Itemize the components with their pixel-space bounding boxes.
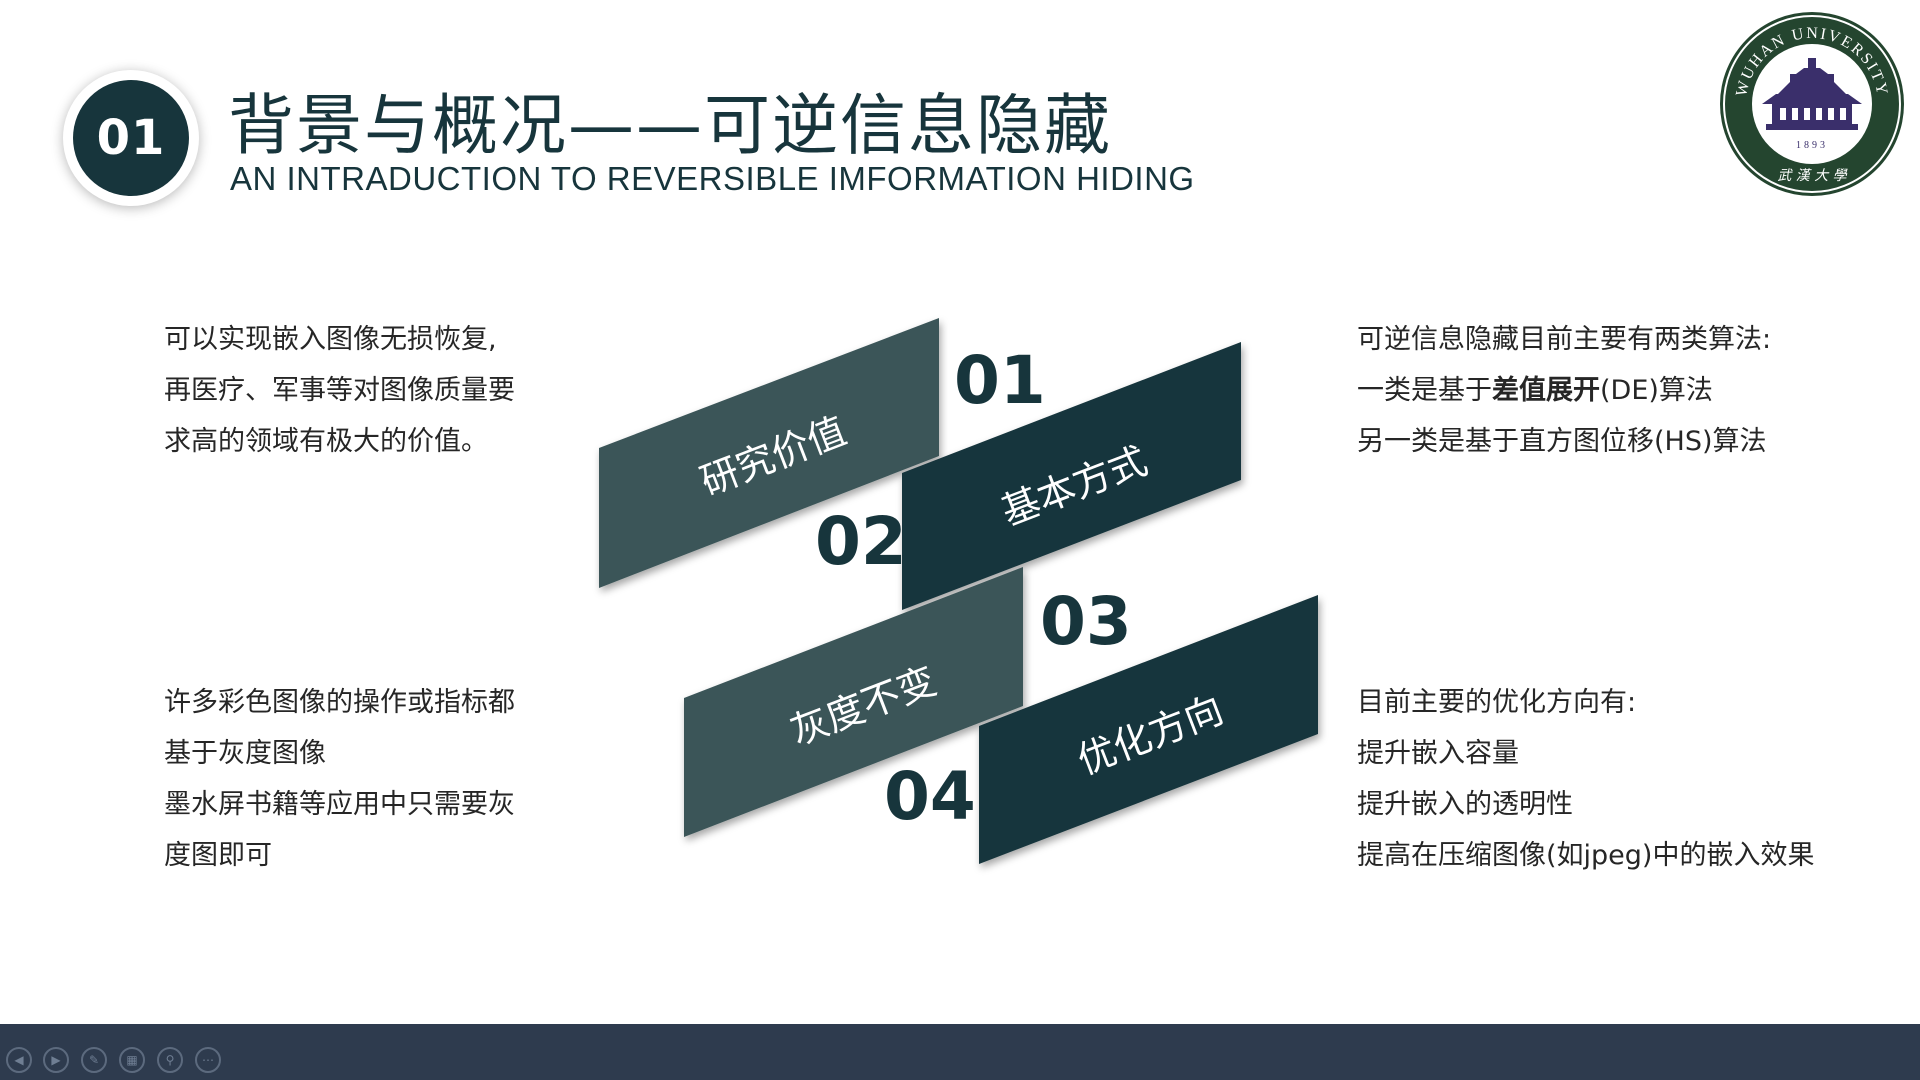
next-icon: ▶ [51, 1053, 61, 1067]
zoom-button[interactable]: ⚲ [157, 1047, 183, 1073]
zoom-icon: ⚲ [165, 1053, 175, 1067]
four-point-diagram: 01 02 03 04 研究价值 基本方式 灰度不变 优化方向 [0, 0, 1920, 1024]
diagram-shapes [599, 318, 1318, 864]
previous-button[interactable]: ◀ [6, 1047, 32, 1073]
presentation-toolbar [0, 1024, 1920, 1080]
next-button[interactable]: ▶ [43, 1047, 69, 1073]
item-number-02: 02 [815, 503, 907, 580]
more-options-button[interactable]: ⋯ [195, 1047, 221, 1073]
more-options-icon: ⋯ [202, 1053, 214, 1067]
item-number-04: 04 [884, 758, 976, 835]
slides-grid-icon: ▦ [126, 1053, 138, 1067]
pen-icon: ✎ [88, 1053, 100, 1067]
slide: 01 背景与概况——可逆信息隐藏 AN INTRADUCTION TO REVE… [0, 0, 1920, 1024]
slides-grid-button[interactable]: ▦ [119, 1047, 145, 1073]
previous-icon: ◀ [14, 1053, 24, 1067]
item-number-03: 03 [1040, 583, 1132, 660]
pen-button[interactable]: ✎ [81, 1047, 107, 1073]
item-number-01: 01 [954, 342, 1046, 419]
